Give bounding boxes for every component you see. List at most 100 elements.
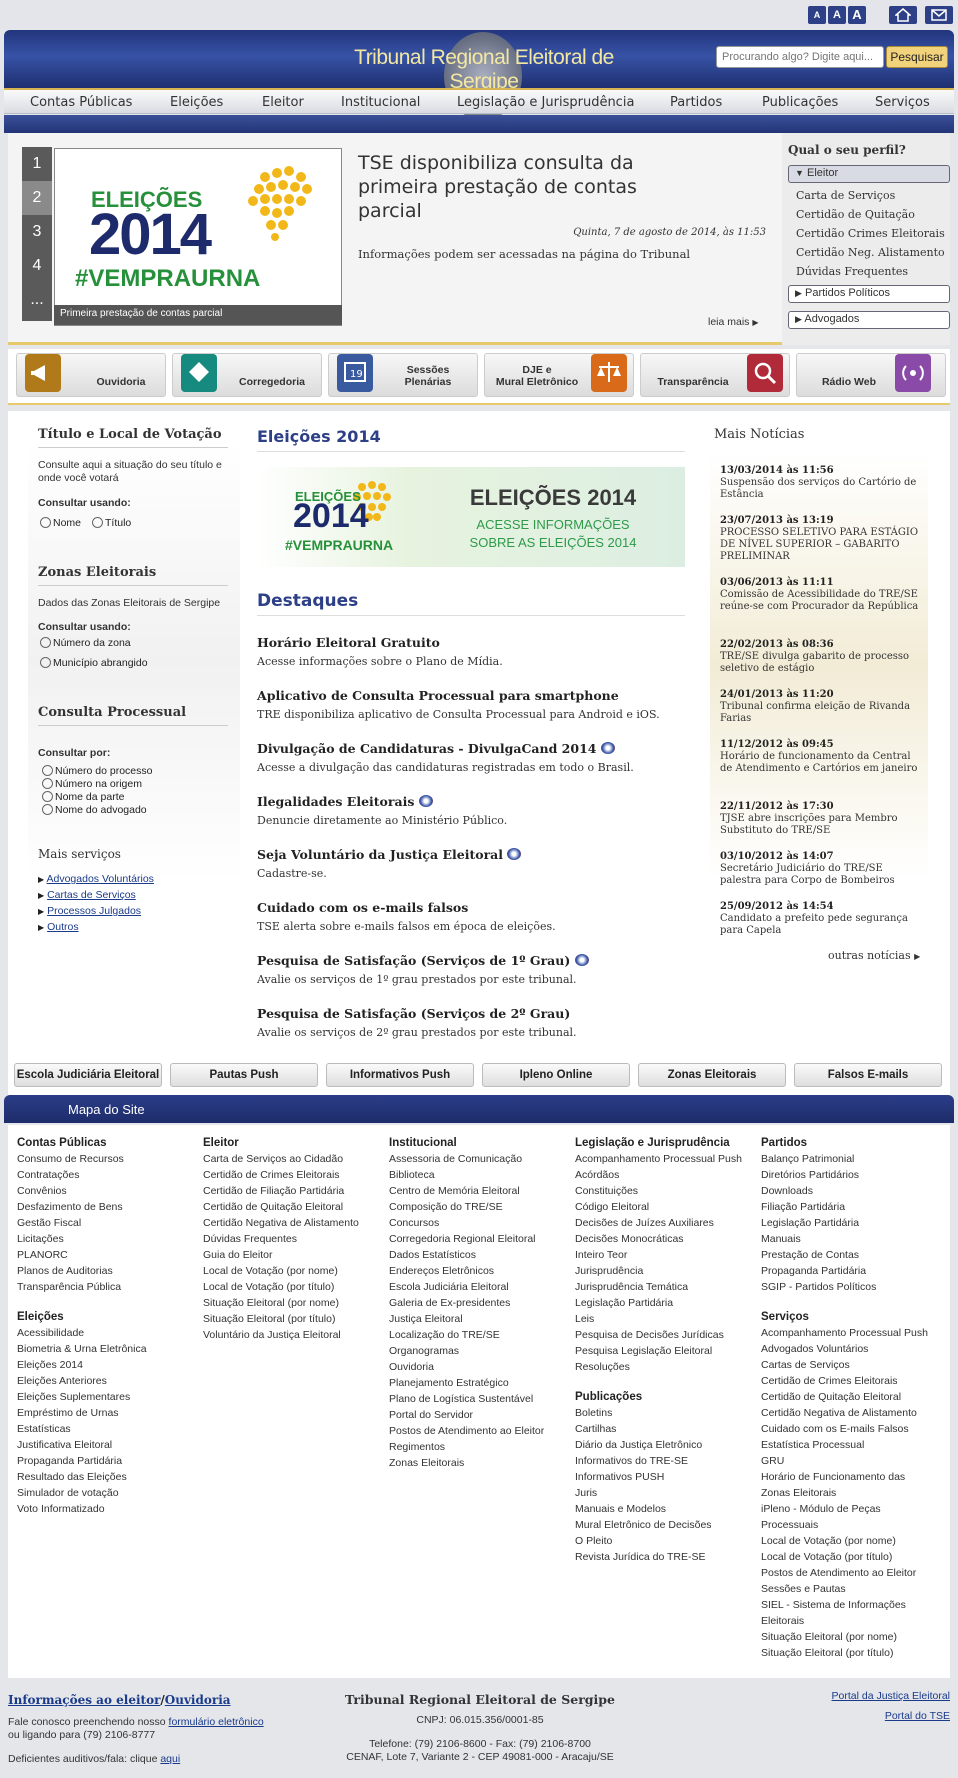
sitemap-link[interactable]: Contratações bbox=[17, 1169, 197, 1185]
eleicoes-2014-banner[interactable]: ELEIÇÕES 2014 #VEMPRAURNA ELEIÇÕES 2014 … bbox=[257, 467, 685, 567]
sitemap-link[interactable]: Guia do Eleitor bbox=[203, 1249, 383, 1265]
sitemap-link[interactable]: Empréstimo de Urnas bbox=[17, 1407, 197, 1423]
search-button[interactable]: Pesquisar bbox=[886, 46, 948, 68]
sitemap-link[interactable]: Diário da Justiça Eletrônico bbox=[575, 1439, 755, 1455]
sitemap-link[interactable]: Inteiro Teor bbox=[575, 1249, 755, 1265]
destaque-title[interactable]: Seja Voluntário da Justiça Eleitoral bbox=[257, 847, 522, 862]
formulario-link[interactable]: formulário eletrônico bbox=[169, 1716, 264, 1728]
sitemap-heading[interactable]: Institucional bbox=[389, 1137, 569, 1153]
sitemap-link[interactable]: Certidão de Quitação Eleitoral bbox=[203, 1201, 383, 1217]
sitemap-link[interactable]: Propaganda Partidária bbox=[761, 1265, 941, 1281]
mais-servicos-link[interactable]: ▶ Outros bbox=[38, 921, 79, 933]
sitemap-link[interactable]: Situação Eleitoral (por título) bbox=[203, 1313, 383, 1329]
sitemap-link[interactable]: Simulador de votação bbox=[17, 1487, 197, 1503]
sitemap-link[interactable]: Galeria de Ex-presidentes bbox=[389, 1297, 569, 1313]
sitemap-link[interactable]: Zonas Eleitorais bbox=[389, 1457, 569, 1473]
portal-tse-link[interactable]: Portal do TSE bbox=[885, 1710, 950, 1722]
sitemap-link[interactable]: SGIP - Partidos Políticos bbox=[761, 1281, 941, 1297]
mail-icon[interactable] bbox=[925, 6, 953, 24]
font-decrease-button[interactable]: A bbox=[808, 6, 826, 24]
nav-eleicoes[interactable]: Eleições bbox=[170, 95, 223, 110]
sitemap-link[interactable]: Acompanhamento Processual Push bbox=[761, 1327, 941, 1343]
radio-web-button[interactable]: Rádio Web bbox=[796, 353, 946, 397]
sitemap-link[interactable]: Informativos PUSH bbox=[575, 1471, 755, 1487]
sitemap-link[interactable]: Desfazimento de Bens bbox=[17, 1201, 197, 1217]
sitemap-link[interactable]: Planejamento Estratégico bbox=[389, 1377, 569, 1393]
slide-more[interactable]: ... bbox=[22, 283, 52, 321]
sitemap-link[interactable]: Postos de Atendimento ao Eleitor bbox=[761, 1567, 941, 1583]
sitemap-link[interactable]: O Pleito bbox=[575, 1535, 755, 1551]
sitemap-link[interactable]: Dados Estatísticos bbox=[389, 1249, 569, 1265]
noticia-text[interactable]: Secretário Judiciário do TRE/SE palestra… bbox=[720, 863, 925, 887]
sitemap-link[interactable]: Biometria & Urna Eletrônica bbox=[17, 1343, 197, 1359]
ipleno-online-button[interactable]: Ipleno Online bbox=[482, 1063, 630, 1087]
read-more-link[interactable]: leia mais ▶ bbox=[708, 316, 759, 328]
sitemap-link[interactable]: Concursos bbox=[389, 1217, 569, 1233]
site-title[interactable]: Tribunal Regional Eleitoral de Sergipe bbox=[334, 46, 634, 94]
sitemap-link[interactable]: Centro de Memória Eleitoral bbox=[389, 1185, 569, 1201]
sitemap-link[interactable]: Mural Eletrônico de Decisões bbox=[575, 1519, 755, 1535]
slide-number-active[interactable]: 2 bbox=[22, 181, 52, 215]
sitemap-heading[interactable]: Eleições bbox=[17, 1311, 197, 1327]
sitemap-link[interactable]: Prestação de Contas bbox=[761, 1249, 941, 1265]
profile-eleitor-toggle[interactable]: ▼ Eleitor bbox=[788, 165, 950, 183]
sitemap-link[interactable]: Resultado das Eleições bbox=[17, 1471, 197, 1487]
sitemap-link[interactable]: Postos de Atendimento ao Eleitor bbox=[389, 1425, 569, 1441]
escola-judiciaria-button[interactable]: Escola Judiciária Eleitoral bbox=[14, 1063, 162, 1087]
slide-image[interactable]: ELEIÇÕES 2014 #VEMPRAURNA bbox=[54, 148, 342, 326]
noticia-text[interactable]: PROCESSO SELETIVO PARA ESTÁGIO DE NÍVEL … bbox=[720, 527, 925, 563]
transparencia-button[interactable]: Transparência bbox=[640, 353, 790, 397]
destaque-title[interactable]: Pesquisa de Satisfação (Serviços de 1º G… bbox=[257, 953, 589, 968]
sitemap-link[interactable]: Certidão de Crimes Eleitorais bbox=[761, 1375, 941, 1391]
slide-number[interactable]: 1 bbox=[22, 147, 52, 181]
sitemap-link[interactable]: Advogados Voluntários bbox=[761, 1343, 941, 1359]
sitemap-link[interactable]: Voto Informatizado bbox=[17, 1503, 197, 1519]
sitemap-link[interactable]: Corregedoria Regional Eleitoral bbox=[389, 1233, 569, 1249]
sitemap-link[interactable]: Cartilhas bbox=[575, 1423, 755, 1439]
sitemap-link[interactable]: Diretórios Partidários bbox=[761, 1169, 941, 1185]
ouvidoria-button[interactable]: Ouvidoria bbox=[16, 353, 166, 397]
sitemap-link[interactable]: Jurisprudência Temática bbox=[575, 1281, 755, 1297]
noticia-text[interactable]: TJSE abre inscrições para Membro Substit… bbox=[720, 813, 925, 837]
mais-servicos-link[interactable]: ▶ Processos Julgados bbox=[38, 905, 141, 917]
sitemap-link[interactable]: Carta de Serviços ao Cidadão bbox=[203, 1153, 383, 1169]
sitemap-link[interactable]: GRU bbox=[761, 1455, 941, 1471]
sitemap-link[interactable]: Eleitorais bbox=[761, 1615, 941, 1631]
profile-advogados-toggle[interactable]: ▶ Advogados bbox=[788, 311, 950, 329]
sitemap-link[interactable]: Manuais bbox=[761, 1233, 941, 1249]
sitemap-link[interactable]: Situação Eleitoral (por nome) bbox=[761, 1631, 941, 1647]
destaque-title[interactable]: Divulgação de Candidaturas - DivulgaCand… bbox=[257, 741, 615, 756]
sitemap-link[interactable]: Resoluções bbox=[575, 1361, 755, 1377]
sitemap-link[interactable]: Local de Votação (por nome) bbox=[203, 1265, 383, 1281]
sitemap-link[interactable]: Downloads bbox=[761, 1185, 941, 1201]
sitemap-link[interactable]: Acessibilidade bbox=[17, 1327, 197, 1343]
sitemap-link[interactable]: Licitações bbox=[17, 1233, 197, 1249]
informativos-push-button[interactable]: Informativos Push bbox=[326, 1063, 474, 1087]
sitemap-link[interactable]: Situação Eleitoral (por título) bbox=[761, 1647, 941, 1663]
sitemap-link[interactable]: Processuais bbox=[761, 1519, 941, 1535]
radio-titulo[interactable]: Título bbox=[92, 517, 131, 529]
sitemap-heading[interactable]: Contas Públicas bbox=[17, 1137, 197, 1153]
profile-partidos-toggle[interactable]: ▶ Partidos Políticos bbox=[788, 285, 950, 303]
sitemap-link[interactable]: Manuais e Modelos bbox=[575, 1503, 755, 1519]
radio-municipio[interactable]: Município abrangido bbox=[40, 657, 148, 669]
nav-servicos[interactable]: Serviços bbox=[875, 95, 930, 110]
sitemap-link[interactable]: Justiça Eleitoral bbox=[389, 1313, 569, 1329]
sitemap-link[interactable]: Constituições bbox=[575, 1185, 755, 1201]
sitemap-link[interactable]: iPleno - Módulo de Peças bbox=[761, 1503, 941, 1519]
destaque-title[interactable]: Ilegalidades Eleitorais bbox=[257, 794, 433, 809]
sitemap-link[interactable]: Convênios bbox=[17, 1185, 197, 1201]
sitemap-heading[interactable]: Partidos bbox=[761, 1137, 941, 1153]
sitemap-link[interactable]: Dúvidas Frequentes bbox=[203, 1233, 383, 1249]
sitemap-link[interactable]: Gestão Fiscal bbox=[17, 1217, 197, 1233]
sitemap-link[interactable]: Legislação Partidária bbox=[761, 1217, 941, 1233]
sitemap-heading[interactable]: Serviços bbox=[761, 1311, 941, 1327]
destaque-title[interactable]: Horário Eleitoral Gratuito bbox=[257, 635, 440, 650]
font-increase-button[interactable]: A bbox=[848, 6, 866, 24]
sitemap-link[interactable]: Certidão de Quitação Eleitoral bbox=[761, 1391, 941, 1407]
sitemap-link[interactable]: Escola Judiciária Eleitoral bbox=[389, 1281, 569, 1297]
sitemap-link[interactable]: Cartas de Serviços bbox=[761, 1359, 941, 1375]
sitemap-link[interactable]: Situação Eleitoral (por nome) bbox=[203, 1297, 383, 1313]
sitemap-link[interactable]: Eleições 2014 bbox=[17, 1359, 197, 1375]
sitemap-link[interactable]: Acórdãos bbox=[575, 1169, 755, 1185]
